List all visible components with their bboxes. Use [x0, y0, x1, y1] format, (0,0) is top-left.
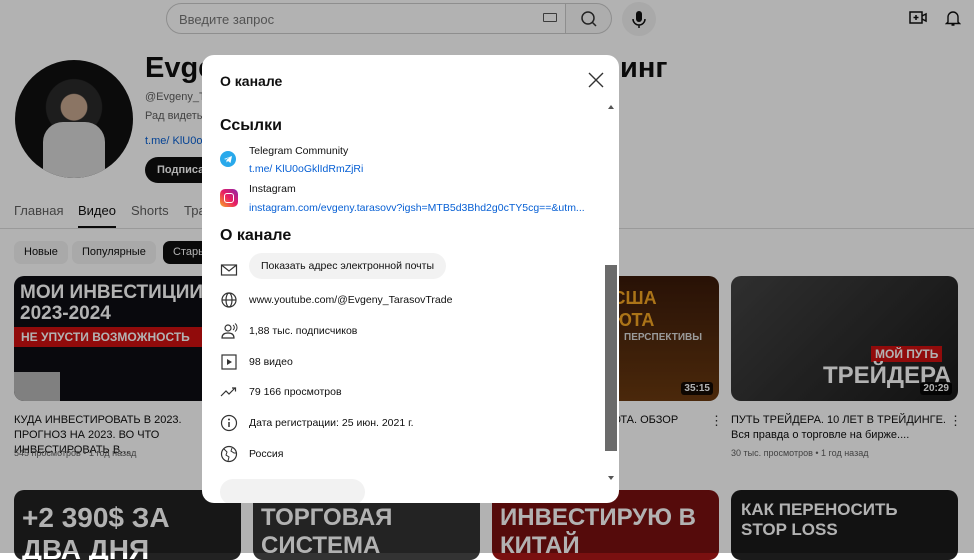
- video-icon: [221, 354, 237, 370]
- instagram-link[interactable]: instagram.com/evgeny.tarasovv?igsh=MTB5d…: [249, 202, 585, 214]
- share-channel-button[interactable]: [220, 479, 365, 503]
- telegram-link[interactable]: t.me/ KlU0oGklIdRmZjRi: [249, 163, 363, 175]
- link-title: Telegram Community: [249, 145, 349, 157]
- show-email-button[interactable]: Показать адрес электронной почты: [249, 253, 446, 279]
- links-heading: Ссылки: [220, 117, 282, 134]
- location-icon: [220, 445, 238, 463]
- view-count: 79 166 просмотров: [249, 386, 342, 398]
- detail-row: 98 видео: [220, 353, 600, 373]
- close-icon[interactable]: [588, 72, 604, 88]
- detail-row: Россия: [220, 445, 600, 465]
- about-heading: О канале: [220, 227, 292, 244]
- video-count: 98 видео: [249, 356, 293, 368]
- detail-row: www.youtube.com/@Evgeny_TarasovTrade: [220, 291, 600, 311]
- scroll-up-arrow[interactable]: [608, 105, 614, 109]
- about-channel-dialog: О канале Ссылки Telegram Community t.me/…: [202, 55, 619, 503]
- globe-icon: [221, 292, 237, 308]
- scroll-down-arrow[interactable]: [608, 476, 614, 480]
- country: Россия: [249, 448, 284, 460]
- info-icon: [220, 414, 238, 432]
- email-icon: [220, 264, 238, 276]
- instagram-icon: [220, 189, 238, 207]
- channel-url[interactable]: www.youtube.com/@Evgeny_TarasovTrade: [249, 294, 452, 306]
- dialog-title: О канале: [220, 73, 283, 89]
- link-title: Instagram: [249, 183, 296, 195]
- trending-icon: [220, 387, 237, 397]
- subscribers-icon: [221, 323, 238, 339]
- registration-date: Дата регистрации: 25 июн. 2021 г.: [249, 417, 414, 429]
- detail-row: Дата регистрации: 25 июн. 2021 г.: [220, 414, 600, 434]
- email-row: Показать адрес электронной почты: [220, 253, 600, 281]
- telegram-icon: [220, 151, 236, 167]
- detail-row: 1,88 тыс. подписчиков: [220, 322, 600, 342]
- subscriber-count: 1,88 тыс. подписчиков: [249, 325, 358, 337]
- detail-row: 79 166 просмотров: [220, 383, 600, 403]
- scrollbar-thumb[interactable]: [605, 265, 617, 451]
